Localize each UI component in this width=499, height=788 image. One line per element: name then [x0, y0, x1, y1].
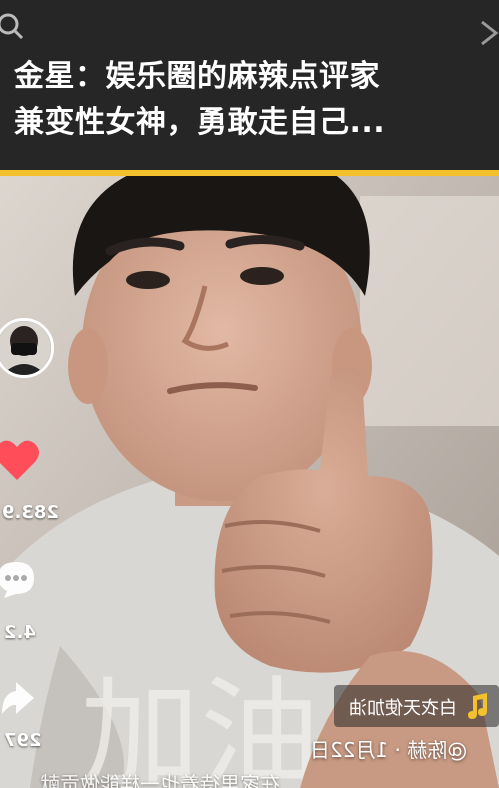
comment-icon[interactable]	[0, 558, 38, 600]
author-name[interactable]: @陈赫 · 1月22日	[310, 734, 467, 763]
article-header: 金星：娱乐圈的麻辣点评家 兼变性女神，勇敢走自己...	[0, 0, 499, 170]
search-icon[interactable]	[0, 12, 26, 42]
music-tag[interactable]: 白衣天使加油	[334, 685, 499, 727]
music-title: 白衣天使加油	[349, 698, 457, 719]
title-line-2: 兼变性女神，勇敢走自己...	[14, 105, 386, 140]
like-count: 283.9	[2, 502, 59, 523]
comment-count: 4.2	[4, 622, 36, 643]
video-frame[interactable]: 加油 283.9 4.2 297 白衣天使加油 @陈赫 · 1月22日 在家里待…	[0, 176, 499, 788]
video-description: 在家里待着也一样能做贡献	[40, 772, 280, 788]
share-icon[interactable]	[0, 678, 38, 718]
article-title: 金星：娱乐圈的麻辣点评家 兼变性女神，勇敢走自己...	[14, 54, 488, 146]
avatar-icon	[0, 321, 51, 375]
share-count: 297	[4, 730, 42, 751]
heart-icon[interactable]	[0, 438, 40, 482]
music-note-icon	[468, 693, 487, 719]
title-line-1: 金星：娱乐圈的麻辣点评家	[14, 59, 380, 94]
close-icon[interactable]	[478, 18, 499, 48]
